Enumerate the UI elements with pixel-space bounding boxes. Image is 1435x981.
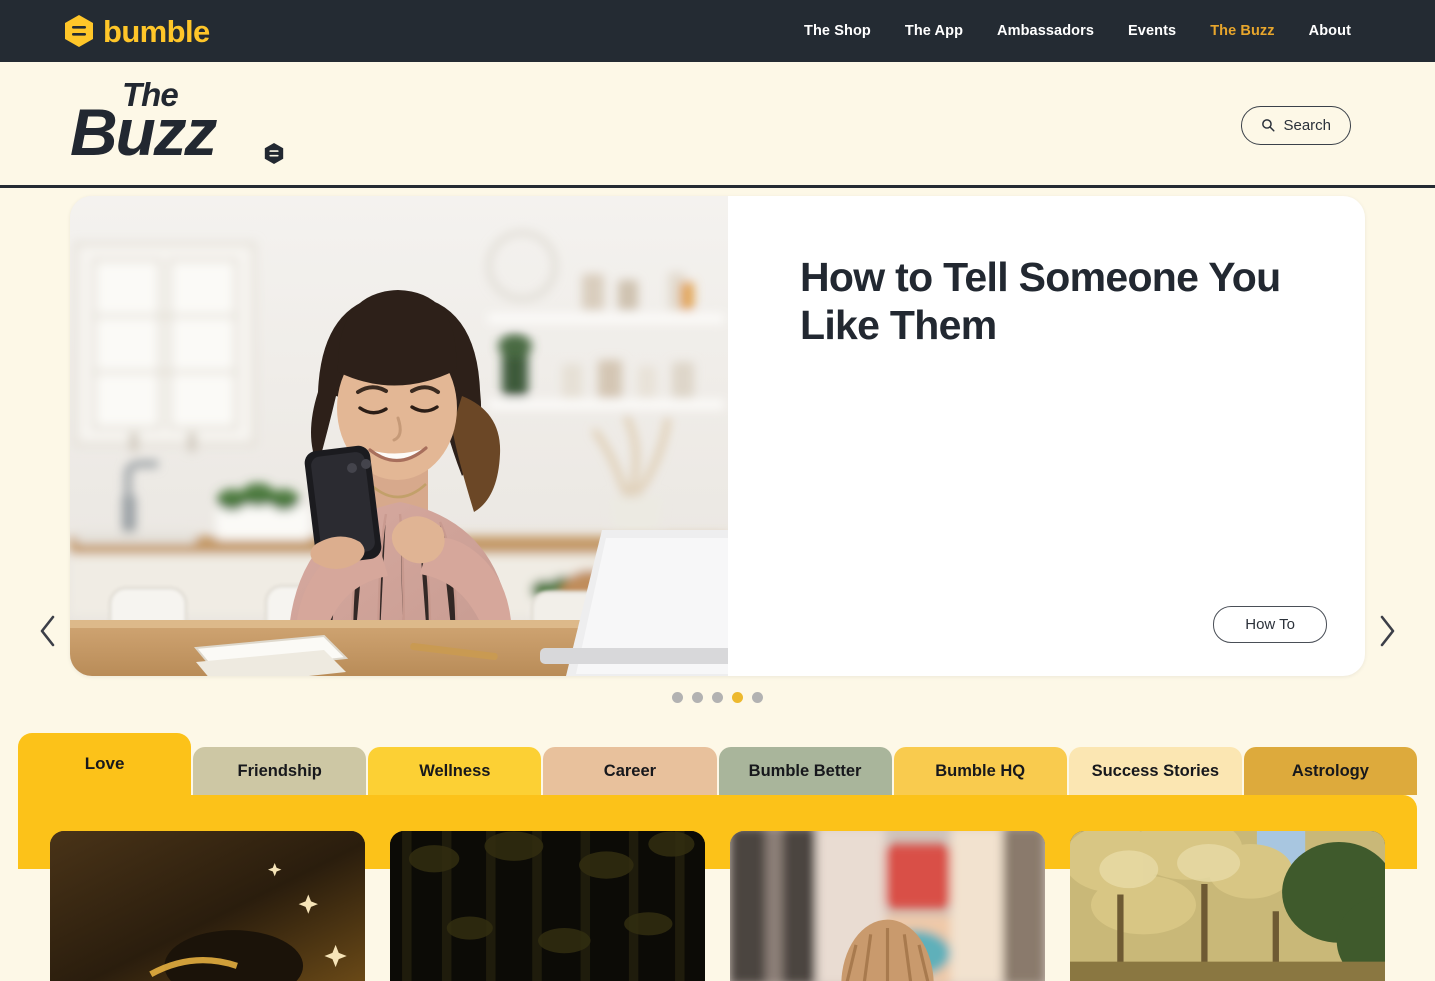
search-button-label: Search xyxy=(1283,116,1331,134)
hero-article-image xyxy=(70,196,728,676)
carousel-dot-5[interactable] xyxy=(752,692,763,703)
category-tab-bar: Love Friendship Wellness Career Bumble B… xyxy=(18,733,1417,795)
carousel-dot-2[interactable] xyxy=(692,692,703,703)
tab-love[interactable]: Love xyxy=(18,733,192,795)
hero-category-tag-button[interactable]: How To xyxy=(1213,606,1327,643)
article-card[interactable] xyxy=(1070,831,1385,981)
bumble-logo[interactable]: bumble xyxy=(64,15,210,47)
nav-link-events[interactable]: Events xyxy=(1128,23,1176,39)
hero-article-body: How to Tell Someone You Like Them How To xyxy=(728,196,1365,676)
carousel-pagination-dots xyxy=(0,692,1435,703)
carousel-dot-1[interactable] xyxy=(672,692,683,703)
nav-link-about[interactable]: About xyxy=(1309,23,1351,39)
tab-success-stories[interactable]: Success Stories xyxy=(1068,747,1242,795)
tab-astrology[interactable]: Astrology xyxy=(1243,747,1417,795)
nav-link-the-buzz[interactable]: The Buzz xyxy=(1210,23,1274,39)
tab-career[interactable]: Career xyxy=(543,747,717,795)
tab-friendship[interactable]: Friendship xyxy=(193,747,367,795)
article-card[interactable] xyxy=(730,831,1045,981)
carousel-next-button[interactable] xyxy=(1365,603,1409,659)
hero-carousel: How to Tell Someone You Like Them How To xyxy=(0,188,1435,715)
tab-bumble-hq[interactable]: Bumble HQ xyxy=(893,747,1067,795)
nav-link-the-app[interactable]: The App xyxy=(905,23,963,39)
bumble-hex-icon xyxy=(264,143,284,164)
logo-buzz-word: Buzz xyxy=(70,95,217,169)
hero-article-card[interactable]: How to Tell Someone You Like Them How To xyxy=(70,196,1365,676)
search-icon xyxy=(1261,118,1275,132)
hero-article-title: How to Tell Someone You Like Them xyxy=(800,254,1281,348)
category-articles-panel xyxy=(18,795,1417,981)
carousel-prev-button[interactable] xyxy=(26,603,70,659)
bumble-hex-icon xyxy=(64,15,94,47)
buzz-masthead: The Buzz Search xyxy=(0,62,1435,188)
article-card[interactable] xyxy=(390,831,705,981)
top-navigation-bar: bumble The Shop The App Ambassadors Even… xyxy=(0,0,1435,62)
category-section: Love Friendship Wellness Career Bumble B… xyxy=(0,733,1435,981)
chevron-left-icon xyxy=(37,614,59,648)
tab-wellness[interactable]: Wellness xyxy=(368,747,542,795)
main-nav-links: The Shop The App Ambassadors Events The … xyxy=(804,23,1351,39)
tab-bumble-better[interactable]: Bumble Better xyxy=(718,747,892,795)
nav-link-ambassadors[interactable]: Ambassadors xyxy=(997,23,1094,39)
article-card[interactable] xyxy=(50,831,365,981)
search-button[interactable]: Search xyxy=(1241,105,1351,145)
bumble-wordmark: bumble xyxy=(103,13,210,49)
chevron-right-icon xyxy=(1376,614,1398,648)
nav-link-the-shop[interactable]: The Shop xyxy=(804,23,871,39)
the-buzz-logo[interactable]: The Buzz xyxy=(70,77,300,173)
carousel-dot-3[interactable] xyxy=(712,692,723,703)
carousel-dot-4[interactable] xyxy=(732,692,743,703)
